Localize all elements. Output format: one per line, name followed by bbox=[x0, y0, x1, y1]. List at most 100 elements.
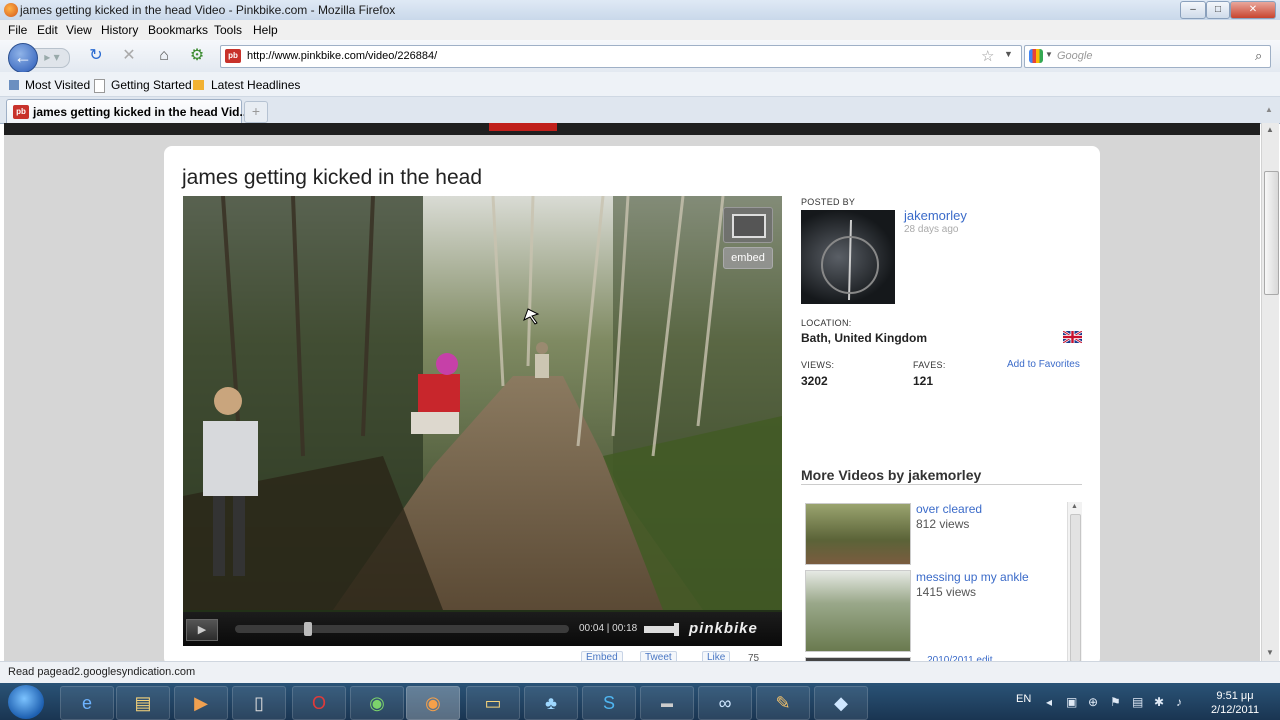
system-clock[interactable]: 9:51 μμ 2/12/2011 bbox=[1200, 689, 1270, 717]
volume-slider[interactable] bbox=[644, 626, 678, 633]
firefox-task-icon[interactable]: ◉ bbox=[406, 686, 460, 720]
reload-icon[interactable]: ↻ bbox=[86, 46, 106, 66]
posted-ago: 28 days ago bbox=[904, 224, 959, 235]
add-to-favorites-link[interactable]: Add to Favorites bbox=[1007, 359, 1080, 370]
maximize-button[interactable]: □ bbox=[1206, 1, 1230, 19]
google-engine-icon[interactable] bbox=[1029, 49, 1043, 63]
bookmark-most-visited[interactable]: Most Visited bbox=[25, 78, 90, 92]
network-icon[interactable]: ♣ bbox=[524, 686, 578, 720]
window-titlebar: james getting kicked in the head Video -… bbox=[0, 0, 1280, 21]
divider bbox=[801, 484, 1082, 485]
bookmark-latest-headlines[interactable]: Latest Headlines bbox=[211, 78, 300, 92]
menu-edit[interactable]: Edit bbox=[37, 23, 58, 37]
start-button[interactable] bbox=[8, 685, 44, 719]
menu-view[interactable]: View bbox=[66, 23, 92, 37]
video-frame bbox=[183, 196, 782, 610]
bookmark-star-icon[interactable]: ☆ bbox=[981, 47, 994, 65]
folder-icon[interactable]: ▭ bbox=[466, 686, 520, 720]
location-value: Bath, United Kingdom bbox=[801, 331, 927, 345]
tray-network-icon[interactable]: ⊕ bbox=[1088, 695, 1098, 709]
engine-dropdown-icon[interactable]: ▼ bbox=[1045, 50, 1053, 59]
scroll-down-icon[interactable]: ▼ bbox=[1266, 648, 1274, 657]
rss-feed-icon bbox=[193, 80, 204, 90]
menu-bookmarks[interactable]: Bookmarks bbox=[148, 23, 208, 37]
close-button[interactable]: ✕ bbox=[1230, 1, 1276, 19]
volume-icon[interactable]: ♪ bbox=[1176, 695, 1182, 709]
menu-help[interactable]: Help bbox=[253, 23, 278, 37]
tray-flag-icon[interactable]: ⚑ bbox=[1110, 695, 1121, 709]
page-scrollbar[interactable]: ▲ ▼ bbox=[1261, 123, 1279, 661]
scroll-thumb[interactable] bbox=[1070, 514, 1081, 662]
volume-handle[interactable] bbox=[674, 623, 679, 636]
app-icon[interactable]: ◆ bbox=[814, 686, 868, 720]
clock-date: 2/12/2011 bbox=[1210, 704, 1260, 716]
seek-handle[interactable] bbox=[304, 622, 313, 636]
bookmark-getting-started[interactable]: Getting Started bbox=[111, 78, 192, 92]
search-icon[interactable]: ⌕ bbox=[1255, 48, 1262, 64]
seek-bar[interactable] bbox=[235, 625, 569, 633]
tray-device-icon[interactable]: ▤ bbox=[1132, 695, 1143, 709]
cmd-icon[interactable]: ▬ bbox=[640, 686, 694, 720]
addon-icon[interactable]: ⚙ bbox=[187, 46, 207, 66]
back-button[interactable]: ← bbox=[8, 43, 38, 73]
tab-list-icon[interactable]: ▲ bbox=[1262, 101, 1276, 119]
scroll-up-icon[interactable]: ▲ bbox=[1266, 125, 1274, 134]
chrome-icon[interactable]: ◉ bbox=[350, 686, 404, 720]
video-player[interactable] bbox=[183, 196, 782, 646]
url-text[interactable]: http://www.pinkbike.com/video/226884/ bbox=[247, 50, 437, 62]
video-thumbnail[interactable] bbox=[805, 570, 911, 652]
play-button[interactable]: ▶ bbox=[186, 619, 218, 641]
ie-icon[interactable]: e bbox=[60, 686, 114, 720]
clock-time: 9:51 μμ bbox=[1216, 690, 1254, 702]
connection-icon[interactable]: ∞ bbox=[698, 686, 752, 720]
embed-button[interactable]: embed bbox=[723, 247, 773, 269]
device-icon[interactable]: ▯ bbox=[232, 686, 286, 720]
search-input[interactable]: Google bbox=[1057, 50, 1092, 62]
site-nav-bar bbox=[4, 123, 1260, 135]
faves-label: FAVES: bbox=[913, 360, 946, 370]
forward-button[interactable]: ▸ ▾ bbox=[34, 48, 70, 68]
skype-icon[interactable]: S bbox=[582, 686, 636, 720]
explorer-icon[interactable]: ▤ bbox=[116, 686, 170, 720]
tab-video[interactable]: pb james getting kicked in the head Vid.… bbox=[6, 99, 250, 124]
search-bar[interactable]: ▼ Google ⌕ bbox=[1024, 45, 1271, 68]
most-visited-icon bbox=[9, 80, 19, 90]
site-nav-active-tab[interactable] bbox=[489, 123, 557, 131]
new-tab-button[interactable]: + bbox=[244, 101, 268, 123]
faves-count: 121 bbox=[913, 374, 934, 388]
views-count: 3202 bbox=[801, 374, 828, 388]
avatar-image bbox=[821, 219, 879, 301]
stop-icon[interactable]: ✕ bbox=[119, 46, 139, 66]
more-videos-scrollbar[interactable]: ▲ bbox=[1067, 502, 1082, 662]
time-display: 00:04 | 00:18 bbox=[579, 623, 638, 634]
media-player-icon[interactable]: ▶ bbox=[174, 686, 228, 720]
video-link[interactable]: messing up my ankle bbox=[916, 570, 1029, 584]
video-link[interactable]: over cleared bbox=[916, 502, 982, 516]
minimize-button[interactable]: – bbox=[1180, 1, 1206, 19]
scroll-thumb[interactable] bbox=[1264, 171, 1279, 295]
status-text: Read pagead2.googlesyndication.com bbox=[8, 666, 196, 678]
editor-icon[interactable]: ✎ bbox=[756, 686, 810, 720]
firefox-logo-icon bbox=[4, 3, 18, 17]
tray-app-icon[interactable]: ✱ bbox=[1154, 695, 1164, 709]
video-thumbnail[interactable] bbox=[805, 503, 911, 565]
fullscreen-button[interactable] bbox=[723, 207, 773, 243]
tab-label: james getting kicked in the head Vid... bbox=[33, 105, 250, 119]
url-bar[interactable]: pb http://www.pinkbike.com/video/226884/… bbox=[220, 45, 1022, 68]
opera-icon[interactable]: O bbox=[292, 686, 346, 720]
home-icon[interactable]: ⌂ bbox=[154, 46, 174, 66]
pinkbike-logo: pinkbike bbox=[689, 620, 758, 637]
input-language[interactable]: EN bbox=[1016, 693, 1031, 705]
tray-expand-icon[interactable]: ◂ bbox=[1046, 695, 1052, 709]
url-dropdown-icon[interactable]: ▼ bbox=[1004, 49, 1013, 59]
views-label: VIEWS: bbox=[801, 360, 835, 370]
menu-tools[interactable]: Tools bbox=[214, 23, 242, 37]
menu-file[interactable]: File bbox=[8, 23, 27, 37]
page-icon bbox=[94, 79, 105, 93]
bookmarks-toolbar bbox=[0, 72, 1280, 97]
user-avatar[interactable] bbox=[801, 210, 895, 304]
username-link[interactable]: jakemorley bbox=[904, 208, 967, 223]
tray-monitor-icon[interactable]: ▣ bbox=[1066, 695, 1077, 709]
menu-history[interactable]: History bbox=[101, 23, 138, 37]
scroll-up-icon[interactable]: ▲ bbox=[1071, 503, 1078, 510]
